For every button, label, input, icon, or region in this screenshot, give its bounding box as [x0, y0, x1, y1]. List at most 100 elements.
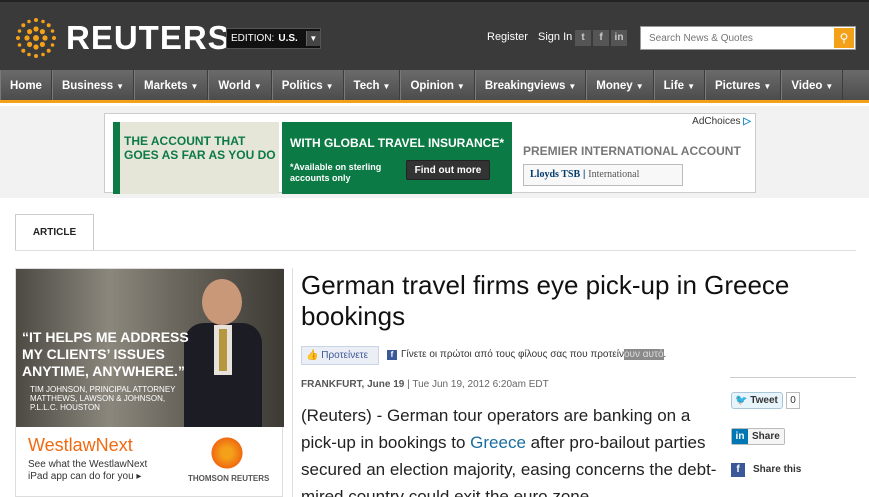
tab-divider — [15, 250, 856, 251]
ad-mid-sub: *Available on sterling accounts only — [290, 162, 382, 183]
nav-item-label: Opinion — [410, 80, 454, 92]
register-link[interactable]: Register — [487, 31, 528, 43]
caret-down-icon: ▼ — [568, 82, 577, 91]
search-icon[interactable]: ⚲ — [834, 28, 854, 48]
facebook-icon[interactable]: f — [593, 30, 609, 46]
ad-attribution: TIM JOHNSON, PRINCIPAL ATTORNEY MATTHEWS… — [30, 385, 176, 412]
nav-item-world[interactable]: World ▼ — [208, 70, 272, 100]
nav-item-life[interactable]: Life ▼ — [653, 70, 705, 100]
caret-down-icon: ▼ — [825, 82, 834, 91]
facebook-share-label: Share this — [753, 464, 802, 475]
reuters-logo-icon[interactable] — [14, 16, 58, 60]
edition-value: U.S. — [278, 33, 298, 44]
nav-item-label: Politics — [281, 80, 323, 92]
thomson-reuters-name: THOMSON REUTERS — [188, 474, 270, 483]
nav-item-opinion[interactable]: Opinion ▼ — [400, 70, 475, 100]
caret-down-icon: ▼ — [635, 82, 644, 91]
caret-down-icon: ▼ — [456, 82, 465, 91]
nav-item-markets[interactable]: Markets ▼ — [134, 70, 209, 100]
ad-mid-panel: WITH GLOBAL TRAVEL INSURANCE* *Available… — [282, 122, 512, 194]
thumbs-up-icon: 👍 — [306, 350, 319, 361]
caret-down-icon: ▼ — [763, 82, 772, 91]
greece-link[interactable]: Greece — [470, 433, 526, 452]
caret-down-icon: ▼ — [116, 82, 125, 91]
person-tie — [219, 329, 227, 371]
nav-item-label: Life — [663, 80, 685, 92]
column-divider — [292, 268, 293, 497]
linkedin-icon[interactable]: in — [611, 30, 627, 46]
westlaw-brand: WestlawNext — [28, 435, 133, 455]
westlaw-ad[interactable]: “IT HELPS ME ADDRESS MY CLIENTS’ ISSUES … — [15, 268, 284, 497]
facebook-share-link[interactable]: f Share this — [731, 463, 801, 477]
nav-item-politics[interactable]: Politics ▼ — [271, 70, 344, 100]
tweet-label: Tweet — [750, 395, 778, 406]
main-nav: Home Business ▼ Markets ▼ World ▼ Politics ▼… — [0, 70, 869, 103]
bank-name: Lloyds TSB — [530, 169, 581, 180]
edition-label: EDITION: — [231, 33, 275, 44]
ad-left-panel: THE ACCOUNT THAT GOES AS FAR AS YOU DO — [113, 122, 279, 194]
nav-item-label: Video — [791, 80, 823, 92]
linkedin-label: Share — [752, 431, 780, 442]
caret-down-icon: ▼ — [190, 82, 199, 91]
westlaw-sub: See what the WestlawNext iPad app can do… — [28, 459, 148, 482]
ad-right-heading: PREMIER INTERNATIONAL ACCOUNT — [523, 144, 741, 158]
recommend-text-highlight: ουν αυτό — [623, 349, 664, 360]
recommend-button[interactable]: 👍 Προτείνετε — [301, 346, 379, 365]
nav-item-home[interactable]: Home — [0, 70, 52, 100]
nav-item-label: World — [218, 80, 251, 92]
tweet-button[interactable]: 🐦 Tweet — [731, 392, 783, 409]
recommend-label: Προτείνετε — [321, 350, 369, 361]
nav-item-breakingviews[interactable]: Breakingviews ▼ — [474, 70, 587, 100]
caret-down-icon: ▼ — [325, 82, 334, 91]
article-body: (Reuters) - German tour operators are ba… — [301, 402, 726, 497]
facebook-icon: f — [731, 463, 745, 477]
nav-item-label: Pictures — [715, 80, 761, 92]
search-input[interactable] — [641, 27, 831, 49]
dateline-city: FRANKFURT, June 19 — [301, 379, 405, 390]
tab-article[interactable]: ARTICLE — [15, 214, 94, 250]
nav-item-tech[interactable]: Tech ▼ — [343, 70, 401, 100]
nav-item-label: Breakingviews — [484, 80, 566, 92]
search-box: ⚲ — [640, 26, 856, 50]
edition-selector[interactable]: EDITION: U.S. ▼ — [226, 28, 321, 49]
linkedin-share-button[interactable]: in Share — [731, 428, 785, 445]
nav-item-label: Money — [596, 80, 633, 92]
adchoices-label: AdChoices — [692, 116, 741, 127]
linkedin-icon: in — [732, 429, 748, 444]
reuters-article-page: REUTERS EDITION: U.S. ▼ Register Sign In… — [0, 0, 869, 497]
share-divider — [730, 377, 856, 378]
nav-item-video[interactable]: Video ▼ — [781, 70, 844, 100]
nav-item-business[interactable]: Business ▼ — [51, 70, 135, 100]
recommend-text-end: . — [663, 349, 667, 360]
find-out-more-button[interactable]: Find out more — [406, 160, 490, 180]
site-header: REUTERS EDITION: U.S. ▼ Register Sign In… — [0, 0, 869, 70]
ad-photo: “IT HELPS ME ADDRESS MY CLIENTS’ ISSUES … — [16, 269, 284, 427]
dateline: FRANKFURT, June 19 | Tue Jun 19, 2012 6:… — [301, 379, 549, 390]
facebook-icon: f — [387, 350, 397, 360]
nav-item-pictures[interactable]: Pictures ▼ — [705, 70, 782, 100]
twitter-icon[interactable]: t — [575, 30, 591, 46]
caret-down-icon: ▼ — [253, 82, 262, 91]
bank-sub: International — [588, 169, 640, 180]
person-head — [202, 279, 242, 325]
adchoices-icon: ▷ — [743, 116, 751, 127]
chevron-down-icon[interactable]: ▼ — [305, 31, 320, 46]
nav-item-money[interactable]: Money ▼ — [586, 70, 654, 100]
twitter-bird-icon: 🐦 — [735, 395, 748, 406]
caret-down-icon: ▼ — [687, 82, 695, 91]
banner-ad[interactable]: THE ACCOUNT THAT GOES AS FAR AS YOU DO W… — [104, 113, 756, 194]
lloyds-logo: Lloyds TSB | International — [523, 164, 683, 186]
caret-down-icon: ▼ — [382, 82, 391, 91]
dateline-timestamp: | Tue Jun 19, 2012 6:20am EDT — [407, 379, 549, 390]
ad-quote: “IT HELPS ME ADDRESS MY CLIENTS’ ISSUES … — [22, 329, 189, 379]
ad-mid-heading: WITH GLOBAL TRAVEL INSURANCE* — [290, 136, 505, 150]
signin-link[interactable]: Sign In — [538, 31, 572, 43]
facebook-recommend-bar: 👍 Προτείνετε f Γίνετε οι πρώτοι από τους… — [301, 346, 721, 366]
recommend-text: Γίνετε οι πρώτοι από τους φίλους σας που… — [401, 349, 666, 360]
reuters-wordmark[interactable]: REUTERS — [66, 19, 231, 57]
nav-item-label: Tech — [353, 80, 380, 92]
adchoices-link[interactable]: AdChoices ▷ — [692, 116, 751, 127]
article-title: German travel firms eye pick-up in Greec… — [301, 270, 790, 331]
tweet-count: 0 — [786, 392, 800, 409]
ad-zone: THE ACCOUNT THAT GOES AS FAR AS YOU DO W… — [0, 106, 869, 198]
